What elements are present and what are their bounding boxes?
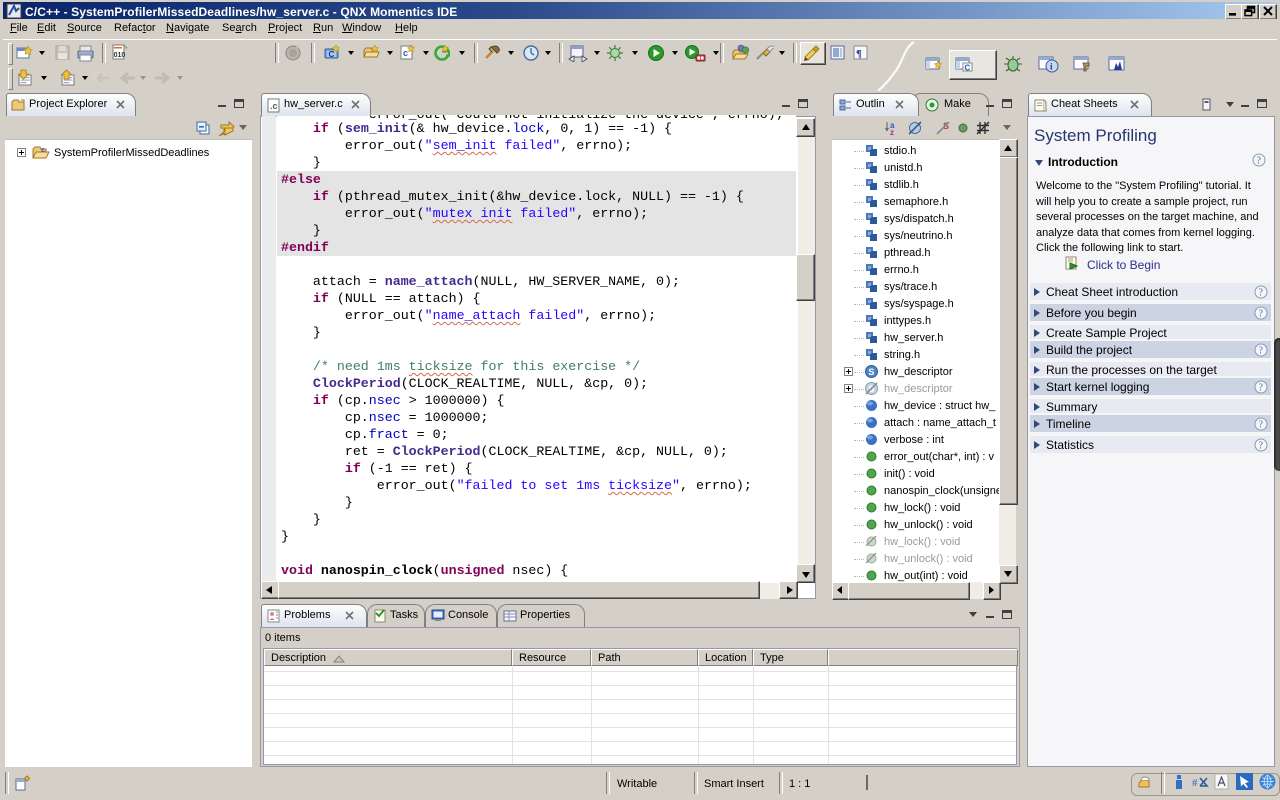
svg-text:?: ?	[1259, 346, 1264, 357]
svg-text:?: ?	[1259, 383, 1264, 394]
svg-text:c: c	[403, 48, 408, 58]
svg-text:?: ?	[1259, 441, 1264, 452]
svg-text:.c: .c	[270, 101, 278, 111]
svg-text:S: S	[868, 367, 874, 377]
svg-text:z: z	[890, 128, 894, 136]
svg-text:c: c	[41, 147, 45, 154]
svg-text:?: ?	[1259, 420, 1264, 431]
svg-text:?: ?	[1259, 288, 1264, 299]
svg-text:¶: ¶	[856, 48, 862, 60]
svg-text:010: 010	[114, 52, 126, 59]
svg-text:?: ?	[1257, 156, 1262, 167]
svg-text:?: ?	[1259, 309, 1264, 320]
svg-text:C: C	[965, 64, 971, 73]
svg-text:#: #	[1192, 777, 1198, 789]
